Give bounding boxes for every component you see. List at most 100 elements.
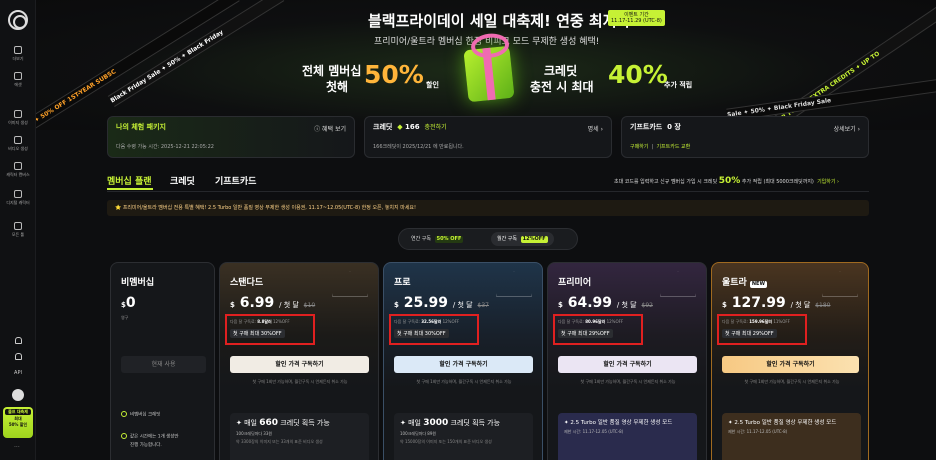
video-icon: [14, 136, 22, 144]
promo-badge[interactable]: 블프 대축제 최대 50% 할인: [3, 407, 33, 438]
plan-original-price: $10: [303, 302, 316, 309]
credit-feature-line: 약 3300장의 이미지 또는 33개의 표준 비디오 생성: [236, 439, 323, 444]
plan-original-price: $92: [641, 302, 653, 309]
subscribe-button[interactable]: 할인 가격 구독하기: [394, 356, 533, 373]
invite-code-banner: 초대 코드를 입력하고 신규 멤버십 가입 시 크레딧 50% 추가 적립 (최…: [614, 176, 839, 186]
credit-feature-suffix: 크레딧 획득 가능: [280, 419, 330, 427]
sidebar-item-more[interactable]: 더보기: [0, 46, 36, 62]
highlight-box: [717, 314, 807, 345]
crown-icon: [822, 271, 858, 297]
banner-right-percent: 40%: [608, 60, 668, 89]
tab-giftcard[interactable]: 기프트카드: [215, 174, 256, 187]
plan-period: 영구: [121, 315, 129, 320]
plan-price: $0: [121, 295, 136, 311]
promo-badge-top: 블프 대축제: [5, 409, 31, 415]
plan-card-standard: 스탠다드 $ 6.99 / 첫 달 $10 다음 달 구독료: 8.8달러 12…: [219, 262, 379, 460]
plan-price-value: 127.99: [731, 295, 786, 311]
star-icon: ✦: [728, 420, 733, 426]
feature-text: 비멤버십 크레딧: [130, 412, 161, 418]
plan-price: $ 25.99 / 첫 달 $37: [394, 295, 489, 311]
sidebar-item-character-canvas[interactable]: 캐릭터 캔버스: [0, 162, 36, 178]
credit-history-link[interactable]: 명세 ›: [588, 124, 603, 133]
promo-badge-bottom: 50% 할인: [8, 422, 28, 427]
giftcard-details-link[interactable]: 상세보기 ›: [834, 124, 860, 133]
invite-percent: 50%: [718, 176, 741, 186]
app-root: 더보기 에셋 이미지 생성 비디오 생성 캐릭터 캔버스 디지털 캐릭터 모든 …: [0, 0, 936, 460]
credit-feature-line: 100크레딧마다 89원: [400, 431, 437, 436]
tab-membership[interactable]: 멤버십 플랜: [107, 174, 152, 187]
credit-feature-prefix: 매일: [408, 419, 421, 427]
buy-giftcard-link[interactable]: 구매하기: [630, 144, 648, 150]
more-dots-icon[interactable]: ···: [14, 444, 20, 451]
annual-option[interactable]: 연간 구독 50% OFF: [405, 232, 469, 246]
alert-button[interactable]: [0, 353, 36, 360]
subscribe-button[interactable]: 할인 가격 구독하기: [230, 356, 369, 373]
feature-item: 비멤버십 크레딧: [121, 411, 160, 418]
banner-left-line1: 전체 멤버십: [302, 64, 362, 78]
sidebar-item-assets[interactable]: 에셋: [0, 72, 36, 88]
banner-right-line2: 충전 시 최대: [530, 80, 594, 94]
banner-title: 블랙프라이데이 세일 대축제! 연중 최저가!: [368, 12, 638, 30]
plan-name: 스탠다드: [230, 278, 264, 288]
plan-price-value: 0: [125, 295, 136, 311]
character-icon: [14, 190, 22, 198]
compass-icon: [14, 46, 22, 54]
invite-text: 초대 코드를 입력하고 신규 멤버십 가입 시 크레딧: [614, 179, 718, 185]
plan-currency: $: [722, 301, 727, 309]
divider: [107, 191, 869, 192]
plan-currency: $: [558, 301, 563, 309]
plan-price: $ 127.99 / 첫 달 $180: [722, 295, 831, 311]
credit-feature-title: ✦ 매일 660 크레딧 획득 가능: [236, 418, 363, 428]
banner-right-line1: 크레딧: [544, 64, 578, 78]
plan-name: 프리미어: [558, 278, 592, 288]
turbo-feature-title: ✦ 2.5 Turbo 일반 품질 영상 무제한 생성 모드: [564, 418, 691, 426]
banner-left-percent: 50%: [364, 60, 424, 89]
subscribe-button[interactable]: 할인 가격 구독하기: [558, 356, 697, 373]
recharge-link[interactable]: 충전하기: [425, 124, 447, 131]
api-link[interactable]: API: [0, 370, 36, 376]
billing-toggle: 연간 구독 50% OFF 월간 구독 12%OFF: [398, 228, 578, 250]
credit-feature-line: 100크레딧마다 33원: [236, 431, 273, 436]
plan-currency: $: [394, 301, 399, 309]
sidebar-item-image-gen[interactable]: 이미지 생성: [0, 110, 36, 126]
plan-card-pro: 프로 $ 25.99 / 첫 달 $37 다음 달 구독료: 32.56달러 1…: [383, 262, 543, 460]
giftcard-actions: 구매하기 | 기프트카드 교환: [630, 144, 691, 150]
sidebar-item-all-tools[interactable]: 모든 툴: [0, 222, 36, 238]
grid-icon: [14, 222, 22, 230]
giftcard-count: 0 장: [667, 123, 681, 131]
view-benefits-link[interactable]: ⓘ 혜택 보기: [314, 124, 346, 133]
sidebar-item-label: 비디오 생성: [8, 146, 28, 151]
sidebar-item-label: 디지털 캐릭터: [6, 200, 30, 205]
tab-underline: [107, 188, 153, 190]
turbo-feature-title: ✦ 2.5 Turbo 일반 품질 영상 무제한 생성 모드: [728, 418, 855, 426]
credit-amount: 166: [405, 123, 420, 131]
credit-card-title: 크레딧: [373, 123, 393, 131]
current-plan-button: 현재 사용: [121, 356, 206, 373]
notification-button[interactable]: [0, 337, 36, 344]
sidebar-item-video-gen[interactable]: 비디오 생성: [0, 136, 36, 152]
credit-feature-value: 660: [259, 418, 279, 428]
promo-banner[interactable]: PTION ✦ 50% OFF 1ST-YEAR SUBSC Black Fri…: [36, 0, 936, 130]
plan-price-value: 25.99: [403, 295, 449, 311]
plan-period: / 첫 달: [452, 301, 473, 309]
star-icon: ✦: [236, 419, 242, 427]
subscribe-button[interactable]: 할인 가격 구독하기: [722, 356, 859, 373]
exchange-giftcard-link[interactable]: 기프트카드 교환: [656, 144, 690, 150]
notice-bar: ⭐ 프리미어/울트라 멤버십 전용 특별 혜택! 2.5 Turbo 일반 품질…: [107, 200, 869, 216]
tab-credits[interactable]: 크레딧: [170, 174, 195, 187]
diamond-icon: [660, 271, 696, 297]
monthly-option[interactable]: 월간 구독 12%OFF: [491, 232, 554, 246]
avatar[interactable]: [12, 389, 24, 401]
app-logo-icon[interactable]: [8, 10, 28, 30]
banner-right-unit: 추가 적립: [664, 81, 693, 89]
sidebar-item-digital-character[interactable]: 디지털 캐릭터: [0, 190, 36, 206]
plan-price-value: 6.99: [239, 295, 275, 311]
monthly-discount-pill: 12%OFF: [520, 236, 548, 243]
credit-feature-box: ✦ 매일 3000 크레딧 획득 가능 100크레딧마다 89원 약 15000…: [394, 413, 533, 460]
cancel-note: 첫 구매 1회만 가능하며, 월간구독 시 언제든지 취소 가능: [416, 379, 512, 384]
plan-period: / 첫 달: [279, 301, 299, 309]
trial-package-card: 나의 체험 패키지 ⓘ 혜택 보기 다음 수령 가능 시간: 2025-12-2…: [107, 116, 355, 158]
invite-enter-link[interactable]: 기입하기 ›: [817, 179, 839, 185]
plan-price: $ 6.99 / 첫 달 $10: [230, 295, 315, 311]
plan-card-premier: 프리미어 $ 64.99 / 첫 달 $92 다음 달 구독료: 80.96달러…: [547, 262, 707, 460]
